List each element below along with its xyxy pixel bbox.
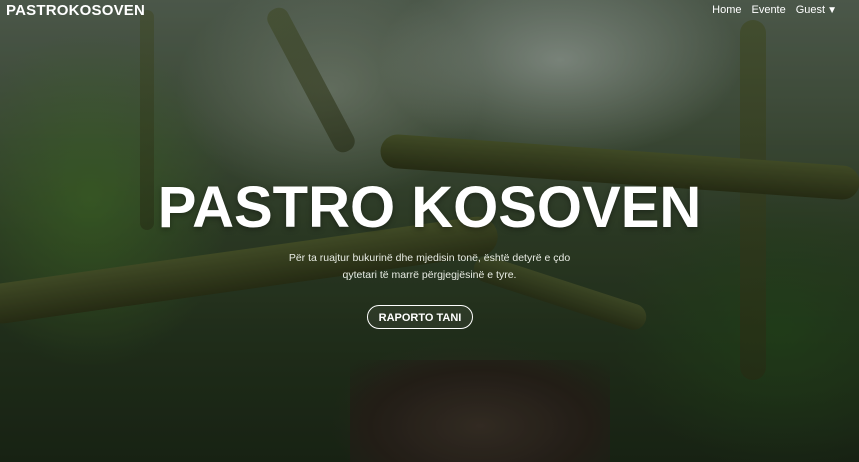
nav-evente-link[interactable]: Evente: [751, 4, 785, 16]
guest-label: Guest: [795, 4, 826, 16]
hero-subtitle-line: qytetari të marrë përgjegjësinë e tyre.: [342, 269, 517, 281]
navbar: PASTROKOSOVEN Home Evente Guest ▼: [0, 0, 859, 22]
nav-guest-dropdown[interactable]: Guest ▼: [796, 4, 837, 16]
hero-title: PASTRO KOSOVEN: [157, 175, 702, 240]
hero-subtitle-line: Për ta ruajtur bukurinë dhe mjedisin ton…: [288, 252, 571, 264]
brand-logo[interactable]: PASTROKOSOVEN: [6, 2, 145, 19]
nav-home-link[interactable]: Home: [712, 4, 741, 16]
caret-down-icon: ▼: [827, 5, 837, 16]
report-now-button[interactable]: RAPORTO TANI: [367, 305, 473, 329]
hero-subtitle: Për ta ruajtur bukurinë dhe mjedisin ton…: [0, 250, 859, 284]
hero-background: PASTROKOSOVEN Home Evente Guest ▼ PASTRO …: [0, 0, 859, 462]
nav-links: Home Evente Guest ▼: [712, 4, 837, 16]
